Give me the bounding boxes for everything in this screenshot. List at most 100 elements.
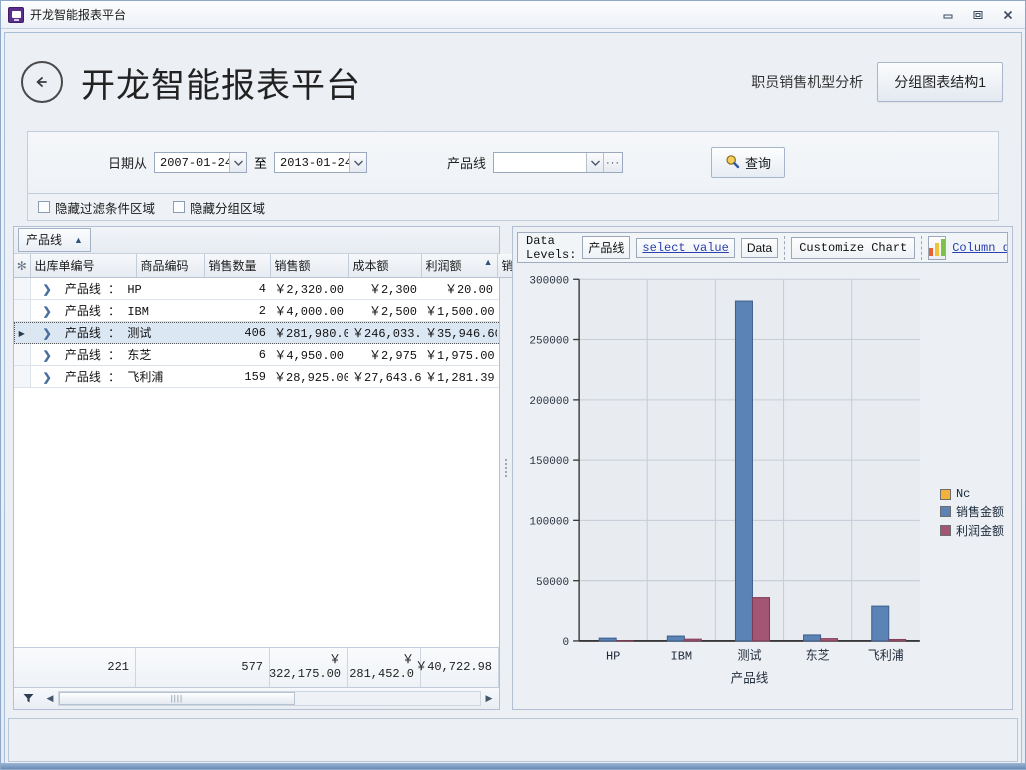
expand-arrow-icon[interactable]: ❯ <box>43 329 52 341</box>
toolbar-separator <box>784 235 786 260</box>
legend-item[interactable]: Nc <box>939 487 1004 501</box>
panel-splitter[interactable] <box>500 226 512 710</box>
group-value: HP <box>127 283 142 297</box>
hide-group-checkbox[interactable]: 隐藏分组区域 <box>173 198 265 217</box>
back-arrow-icon[interactable] <box>21 61 63 103</box>
product-line-combo[interactable]: ··· <box>493 152 624 173</box>
row-indicator <box>14 365 31 388</box>
group-field-label: 产品线 <box>64 327 101 341</box>
summary-profit: ￥40,722.98 <box>415 648 499 687</box>
data-tab[interactable]: Data <box>740 237 779 258</box>
date-from-label: 日期从 <box>108 156 148 171</box>
data-levels-label: Data Levels: <box>526 233 577 262</box>
date-to-value: 2013-01-24 <box>280 156 353 170</box>
group-cell[interactable]: ❯ 产品线 ： 东芝 <box>30 343 204 366</box>
report-subtitle: 职员销售机型分析 <box>751 74 864 90</box>
data-grid-rows[interactable]: ❯ 产品线 ： HP 4 ￥2,320.00 ￥2,300 ￥20.00 ❯ 产… <box>14 278 499 647</box>
content-area: 产品线 ▲ ✻ 出库单编号 商品编码 销售数量 销售额 成本额 利润额 ▲ 销 … <box>5 221 1021 718</box>
date-to-combo[interactable]: 2013-01-24 <box>274 152 368 173</box>
customize-chart-button[interactable]: Customize Chart <box>791 236 916 259</box>
legend-swatch <box>939 488 951 500</box>
column-header-order-no[interactable]: 出库单编号 <box>30 254 137 278</box>
header-right-group: 职员销售机型分析 分组图表结构1 <box>751 62 1003 102</box>
page-header: 开龙智能报表平台 职员销售机型分析 分组图表结构1 <box>5 33 1021 131</box>
y-axis-ticks <box>573 278 580 642</box>
sort-ascending-icon[interactable]: ▲ <box>484 257 493 267</box>
group-field-label: 产品线 <box>64 349 101 363</box>
group-by-bar: 产品线 ▲ <box>14 227 499 254</box>
cell-sales-amount: ￥281,980.00 <box>270 321 348 344</box>
sort-ascending-icon[interactable]: ▲ <box>74 235 83 245</box>
cell-sales-qty: 4 <box>204 278 270 300</box>
group-field-label: 产品线 <box>64 305 101 319</box>
group-chart-structure-button[interactable]: 分组图表结构1 <box>877 62 1003 102</box>
group-cell[interactable]: ❯ 产品线 ： 测试 <box>30 321 204 344</box>
group-separator: ： <box>108 371 121 385</box>
svg-text:HP: HP <box>606 649 620 663</box>
scrollbar-thumb[interactable]: |||| <box>59 692 295 705</box>
cell-partial <box>497 278 499 300</box>
expand-arrow-icon[interactable]: ❯ <box>43 285 52 297</box>
group-cell[interactable]: ❯ 产品线 ： 飞利浦 <box>30 365 204 388</box>
page-body: 开龙智能报表平台 职员销售机型分析 分组图表结构1 日期从 2007-01-24… <box>4 32 1022 766</box>
product-line-more-button[interactable]: ··· <box>603 153 623 172</box>
query-button[interactable]: 查询 <box>711 147 786 178</box>
table-row-selected[interactable]: ▶ ❯ 产品线 ： 测试 406 ￥281,980.00 <box>14 321 499 344</box>
scrollbar-track[interactable]: |||| <box>58 691 481 706</box>
column-header-product-code[interactable]: 商品编码 <box>136 254 205 278</box>
checkbox-box <box>38 201 50 213</box>
scroll-right-icon[interactable]: ▶ <box>481 691 497 707</box>
table-row[interactable]: ❯ 产品线 ： 飞利浦 159 ￥28,925.00 ￥27,643.61 ￥1… <box>14 365 499 388</box>
group-cell[interactable]: ❯ 产品线 ： HP <box>30 278 204 300</box>
hide-filter-checkbox[interactable]: 隐藏过滤条件区域 <box>38 198 155 217</box>
chevron-down-icon[interactable] <box>349 153 367 172</box>
cell-cost-amount: ￥2,300 <box>348 278 421 300</box>
group-field-label: 产品线 <box>64 371 101 385</box>
chevron-down-icon[interactable] <box>586 153 604 172</box>
restore-button[interactable] <box>963 4 993 26</box>
column-header-cost-amount[interactable]: 成本额 <box>348 254 422 278</box>
cell-partial <box>497 343 499 366</box>
cell-profit-amount: ￥1,281.39 <box>421 365 497 388</box>
group-cell[interactable]: ❯ 产品线 ： IBM <box>30 299 204 322</box>
svg-text:测试: 测试 <box>737 647 761 662</box>
bar-chart-icon[interactable] <box>928 235 947 260</box>
current-row-arrow-icon: ▶ <box>18 329 25 339</box>
bar-chart: 300000 250000 200000 150000 100000 50000… <box>529 275 920 685</box>
svg-text:飞利浦: 飞利浦 <box>868 648 904 662</box>
grid-empty-space <box>14 388 499 647</box>
close-button[interactable] <box>993 4 1023 26</box>
expand-arrow-icon[interactable]: ❯ <box>43 373 52 385</box>
cell-profit-amount: ￥1,975.00 <box>421 343 497 366</box>
cell-cost-amount: ￥246,033.4 <box>348 321 421 344</box>
options-strip: 隐藏过滤条件区域 隐藏分组区域 <box>27 194 999 221</box>
group-separator: ： <box>108 305 121 319</box>
minimize-button[interactable] <box>933 4 963 26</box>
date-from-combo[interactable]: 2007-01-24 <box>154 152 248 173</box>
chevron-down-icon[interactable] <box>229 153 247 172</box>
table-row[interactable]: ❯ 产品线 ： 东芝 6 ￥4,950.00 ￥2,975 ￥1,975.00 <box>14 343 499 366</box>
level-tab-product-line[interactable]: 产品线 <box>582 236 631 259</box>
funnel-icon[interactable] <box>14 693 42 704</box>
table-row[interactable]: ❯ 产品线 ： IBM 2 ￥4,000.00 ￥2,500 ￥1,500.00 <box>14 299 499 322</box>
chart-type-name[interactable]: Column diag <box>952 241 1007 255</box>
legend-item[interactable]: 利润金额 <box>939 522 1004 539</box>
column-header-sales-amount[interactable]: 销售额 <box>270 254 349 278</box>
title-bar: 开龙智能报表平台 <box>1 1 1025 29</box>
data-grid-body: ❯ 产品线 ： HP 4 ￥2,320.00 ￥2,300 ￥20.00 ❯ 产… <box>14 278 499 388</box>
filter-panel: 日期从 2007-01-24 至 2013-01-24 产品线 ··· 查询 <box>27 131 999 194</box>
cell-sales-amount: ￥2,320.00 <box>270 278 348 300</box>
bottom-empty-strip <box>8 718 1018 762</box>
expand-arrow-icon[interactable]: ❯ <box>43 307 52 319</box>
group-chip-product-line[interactable]: 产品线 ▲ <box>18 228 91 252</box>
scroll-left-icon[interactable]: ◀ <box>42 691 58 707</box>
column-header-sales-qty[interactable]: 销售数量 <box>204 254 271 278</box>
select-value-link[interactable]: select value <box>636 237 735 258</box>
legend-item[interactable]: 销售金额 <box>939 503 1004 520</box>
row-indicator-current: ▶ <box>14 321 31 344</box>
expand-arrow-icon[interactable]: ❯ <box>43 351 52 363</box>
product-line-value[interactable] <box>494 153 586 172</box>
table-row[interactable]: ❯ 产品线 ： HP 4 ￥2,320.00 ￥2,300 ￥20.00 <box>14 278 499 300</box>
column-header-profit-amount[interactable]: 利润额 ▲ <box>421 254 498 278</box>
horizontal-scrollbar[interactable]: ◀ |||| ▶ <box>42 690 497 707</box>
